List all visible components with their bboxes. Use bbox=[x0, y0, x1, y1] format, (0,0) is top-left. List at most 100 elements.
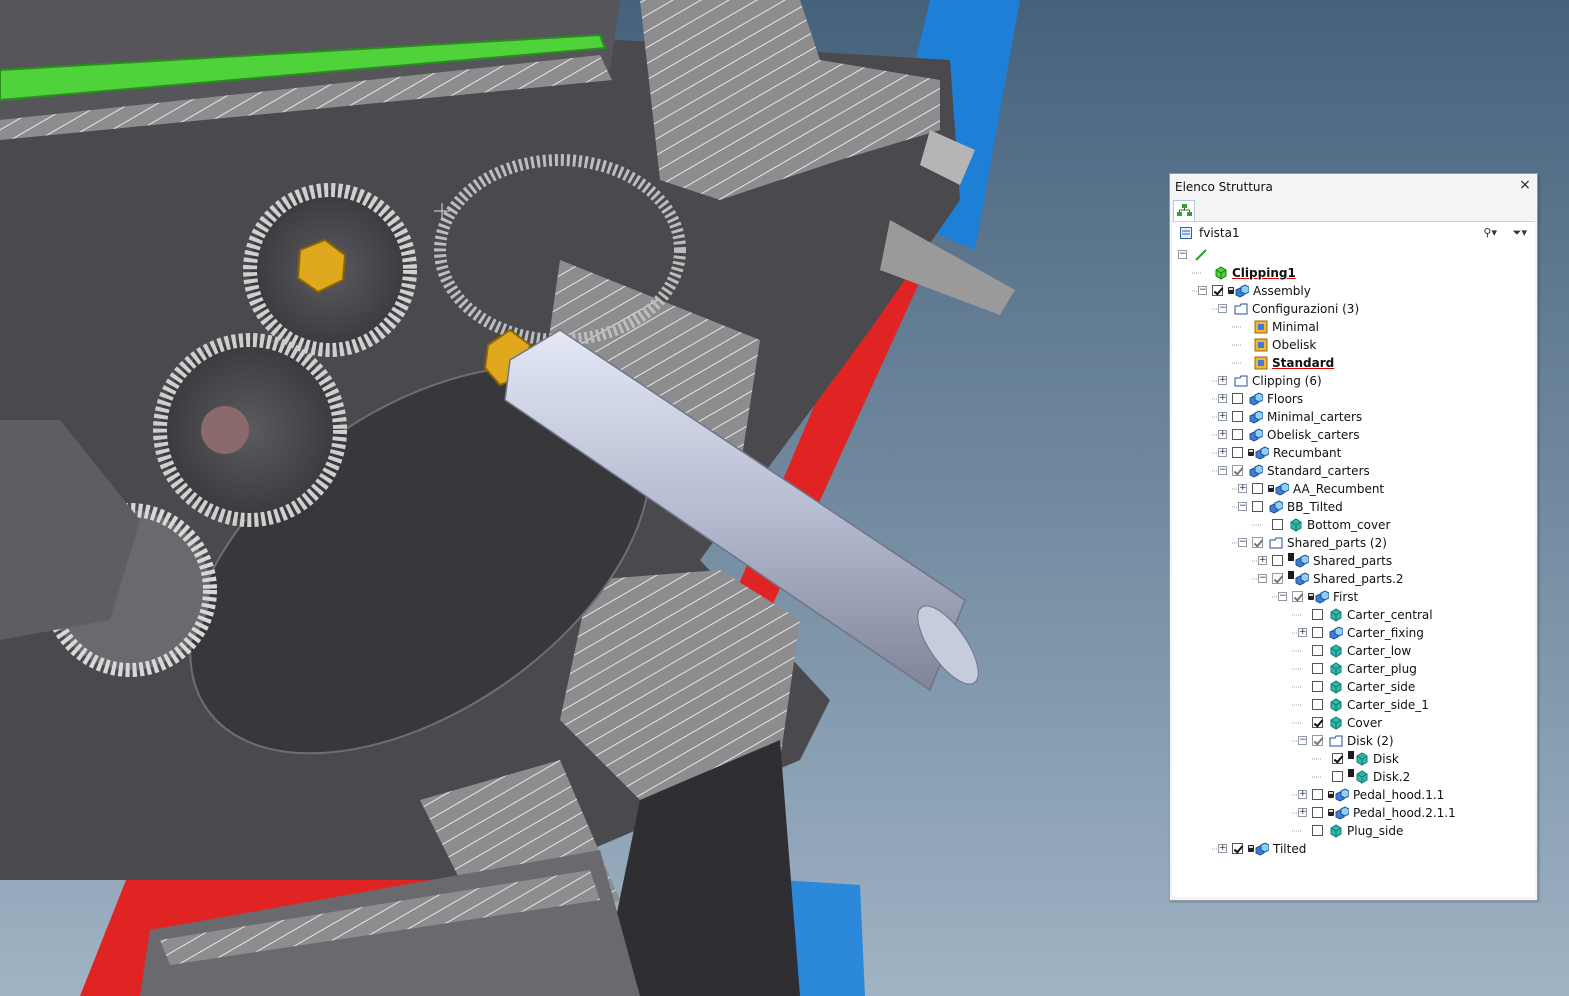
expand-icon[interactable]: + bbox=[1218, 376, 1227, 385]
tree-item-shared-parts2[interactable]: − Shared_parts.2 bbox=[1172, 570, 1535, 588]
visibility-checkbox[interactable] bbox=[1252, 501, 1263, 512]
tree-item-carter-side-1[interactable]: Carter_side_1 bbox=[1172, 696, 1535, 714]
close-icon[interactable]: × bbox=[1518, 177, 1532, 193]
tree-item-assembly[interactable]: − Assembly bbox=[1172, 282, 1535, 300]
collapse-icon[interactable]: − bbox=[1238, 538, 1247, 547]
tree-item-standard-carters[interactable]: − Standard_carters bbox=[1172, 462, 1535, 480]
visibility-checkbox[interactable] bbox=[1252, 483, 1263, 494]
tree-item-label: First bbox=[1333, 590, 1359, 604]
visibility-checkbox[interactable] bbox=[1312, 699, 1323, 710]
collapse-icon[interactable]: − bbox=[1278, 592, 1287, 601]
visibility-checkbox[interactable] bbox=[1272, 519, 1283, 530]
visibility-checkbox[interactable] bbox=[1312, 663, 1323, 674]
tree-item-shared-parts-2[interactable]: − Shared_parts (2) bbox=[1172, 534, 1535, 552]
visibility-checkbox[interactable] bbox=[1272, 555, 1283, 566]
visibility-checkbox[interactable] bbox=[1312, 627, 1323, 638]
expand-icon[interactable]: + bbox=[1258, 556, 1267, 565]
tree-item-minimal[interactable]: Minimal bbox=[1172, 318, 1535, 336]
expand-icon[interactable]: + bbox=[1298, 808, 1307, 817]
visibility-checkbox[interactable] bbox=[1312, 609, 1323, 620]
view-name[interactable]: fvista1 bbox=[1199, 226, 1240, 240]
collapse-icon[interactable]: − bbox=[1298, 736, 1307, 745]
assembly-icon bbox=[1235, 284, 1250, 298]
binoculars-icon[interactable]: ⚲▾ bbox=[1483, 226, 1497, 239]
collapse-icon[interactable]: − bbox=[1238, 502, 1247, 511]
visibility-checkbox[interactable] bbox=[1272, 573, 1283, 584]
visibility-checkbox[interactable] bbox=[1252, 537, 1263, 548]
expand-icon[interactable]: + bbox=[1218, 844, 1227, 853]
tree-item-carter-central[interactable]: Carter_central bbox=[1172, 606, 1535, 624]
tree-item-standard[interactable]: Standard bbox=[1172, 354, 1535, 372]
tree-item-obelisk-carters[interactable]: + Obelisk_carters bbox=[1172, 426, 1535, 444]
expand-icon[interactable]: + bbox=[1298, 628, 1307, 637]
tree-item-label: Carter_side_1 bbox=[1347, 698, 1429, 712]
filter-icon[interactable]: ⏷▾ bbox=[1513, 226, 1527, 240]
tree-item-clipping1[interactable]: Clipping1 bbox=[1172, 264, 1535, 282]
expand-icon[interactable]: + bbox=[1218, 394, 1227, 403]
visibility-checkbox[interactable] bbox=[1312, 807, 1323, 818]
tree-item-disk2[interactable]: Disk.2 bbox=[1172, 768, 1535, 786]
collapse-icon[interactable]: − bbox=[1198, 286, 1207, 295]
tree-item-disk[interactable]: Disk bbox=[1172, 750, 1535, 768]
tree-item-floors[interactable]: + Floors bbox=[1172, 390, 1535, 408]
visibility-checkbox[interactable] bbox=[1332, 771, 1343, 782]
tree-item-recumbant[interactable]: + Recumbant bbox=[1172, 444, 1535, 462]
expand-icon[interactable]: + bbox=[1218, 448, 1227, 457]
tree-item-carter-side[interactable]: Carter_side bbox=[1172, 678, 1535, 696]
tree-item-carter-fixing[interactable]: + Carter_fixing bbox=[1172, 624, 1535, 642]
tree-item-disk-2[interactable]: − Disk (2) bbox=[1172, 732, 1535, 750]
tree-item-carter-plug[interactable]: Carter_plug bbox=[1172, 660, 1535, 678]
visibility-checkbox[interactable] bbox=[1312, 825, 1323, 836]
expand-icon[interactable]: + bbox=[1298, 790, 1307, 799]
part-icon bbox=[1355, 752, 1369, 766]
tree-item-bb-tilted[interactable]: − BB_Tilted bbox=[1172, 498, 1535, 516]
collapse-icon[interactable]: − bbox=[1218, 304, 1227, 313]
collapse-icon[interactable]: − bbox=[1218, 466, 1227, 475]
gear-middle bbox=[153, 333, 347, 527]
visibility-checkbox[interactable] bbox=[1232, 447, 1243, 458]
visibility-checkbox[interactable] bbox=[1312, 717, 1323, 728]
tree-item-label: Carter_plug bbox=[1347, 662, 1417, 676]
visibility-checkbox[interactable] bbox=[1332, 753, 1343, 764]
tree-item-plug-side[interactable]: Plug_side bbox=[1172, 822, 1535, 840]
visibility-checkbox[interactable] bbox=[1232, 429, 1243, 440]
visibility-checkbox[interactable] bbox=[1212, 285, 1223, 296]
collapse-icon[interactable]: − bbox=[1258, 574, 1267, 583]
tree-item-label: Plug_side bbox=[1347, 824, 1404, 838]
expand-icon[interactable]: + bbox=[1238, 484, 1247, 493]
assembly-icon bbox=[1255, 842, 1270, 856]
visibility-checkbox[interactable] bbox=[1232, 393, 1243, 404]
tree-item-cover[interactable]: Cover bbox=[1172, 714, 1535, 732]
visibility-checkbox[interactable] bbox=[1232, 465, 1243, 476]
tree-item-tilted[interactable]: + Tilted bbox=[1172, 840, 1535, 858]
tree-item-configurazioni[interactable]: − Configurazioni (3) bbox=[1172, 300, 1535, 318]
tree-item-root-line[interactable]: − bbox=[1172, 246, 1535, 264]
collapse-icon[interactable]: − bbox=[1178, 250, 1187, 259]
tree-item-carter-low[interactable]: Carter_low bbox=[1172, 642, 1535, 660]
visibility-checkbox[interactable] bbox=[1232, 411, 1243, 422]
part-icon bbox=[1329, 662, 1343, 676]
tree-item-first[interactable]: − First bbox=[1172, 588, 1535, 606]
assembly-icon bbox=[1329, 626, 1344, 640]
expand-icon[interactable]: + bbox=[1218, 430, 1227, 439]
expand-icon[interactable]: + bbox=[1218, 412, 1227, 421]
tree-item-label: Clipping (6) bbox=[1252, 374, 1322, 388]
tree-item-label: Standard_carters bbox=[1267, 464, 1370, 478]
tree-item-pedal-hood-1-1[interactable]: + Pedal_hood.1.1 bbox=[1172, 786, 1535, 804]
tab-structure[interactable] bbox=[1173, 200, 1195, 221]
visibility-checkbox[interactable] bbox=[1292, 591, 1303, 602]
tree-item-minimal-carters[interactable]: + Minimal_carters bbox=[1172, 408, 1535, 426]
tree-item-obelisk[interactable]: Obelisk bbox=[1172, 336, 1535, 354]
tree-item-pedal-hood-2-1-1[interactable]: + Pedal_hood.2.1.1 bbox=[1172, 804, 1535, 822]
tree-item-clipping6[interactable]: + Clipping (6) bbox=[1172, 372, 1535, 390]
save-disk-icon bbox=[1308, 593, 1314, 600]
tree-item-shared-parts[interactable]: + Shared_parts bbox=[1172, 552, 1535, 570]
tree-item-bottom-cover[interactable]: Bottom_cover bbox=[1172, 516, 1535, 534]
visibility-checkbox[interactable] bbox=[1312, 789, 1323, 800]
visibility-checkbox[interactable] bbox=[1312, 735, 1323, 746]
visibility-checkbox[interactable] bbox=[1312, 645, 1323, 656]
tree-item-aa-recumbent[interactable]: + AA_Recumbent bbox=[1172, 480, 1535, 498]
visibility-checkbox[interactable] bbox=[1232, 843, 1243, 854]
visibility-checkbox[interactable] bbox=[1312, 681, 1323, 692]
tree-item-label: Clipping1 bbox=[1232, 266, 1296, 280]
